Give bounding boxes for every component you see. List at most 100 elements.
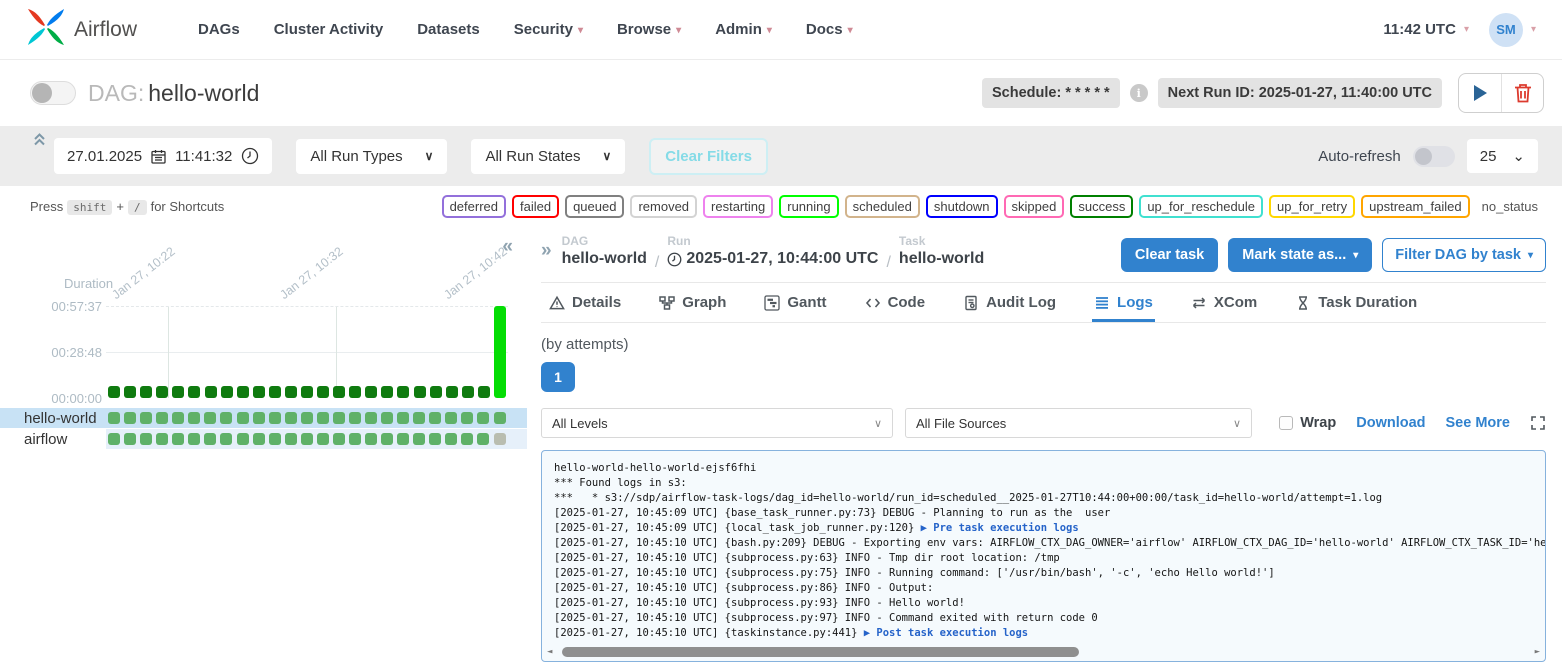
task-instance-square[interactable]	[269, 433, 281, 445]
task-instance-square[interactable]	[156, 433, 168, 445]
clear-task-button[interactable]: Clear task	[1121, 238, 1218, 272]
clear-filters-button[interactable]: Clear Filters	[649, 138, 768, 175]
task-instance-square[interactable]	[269, 412, 281, 424]
task-instance-square[interactable]	[140, 433, 152, 445]
state-badge[interactable]: up_for_retry	[1269, 195, 1355, 218]
dag-run-bar[interactable]	[492, 306, 508, 398]
task-instance-square[interactable]	[317, 433, 329, 445]
task-label[interactable]: hello-world	[0, 410, 106, 427]
state-badge[interactable]: no_status	[1476, 197, 1544, 216]
dag-run-bar[interactable]	[363, 306, 379, 398]
task-instance-square[interactable]	[253, 412, 265, 424]
state-badge[interactable]: skipped	[1004, 195, 1065, 218]
task-instance-square[interactable]	[397, 433, 409, 445]
fullscreen-icon[interactable]	[1530, 415, 1546, 431]
log-group-toggle[interactable]: ▶ Pre task execution logs	[914, 522, 1078, 534]
dag-run-bar[interactable]	[299, 306, 315, 398]
tab-audit-log[interactable]: Audit Log	[961, 283, 1058, 322]
dag-run-bar[interactable]	[428, 306, 444, 398]
task-instance-square[interactable]	[381, 412, 393, 424]
task-instance-square[interactable]	[477, 412, 489, 424]
dag-run-bar[interactable]	[251, 306, 267, 398]
task-instance-square[interactable]	[285, 412, 297, 424]
task-instance-square[interactable]	[172, 433, 184, 445]
task-instance-square[interactable]	[220, 433, 232, 445]
dag-run-bar[interactable]	[154, 306, 170, 398]
task-instance-square[interactable]	[494, 412, 506, 424]
task-instance-square[interactable]	[413, 433, 425, 445]
datetime-picker[interactable]: 27.01.2025 11:41:32	[54, 138, 272, 174]
task-instance-square[interactable]	[461, 412, 473, 424]
scrollbar-thumb[interactable]	[562, 647, 1078, 657]
task-instance-square[interactable]	[301, 412, 313, 424]
task-instance-square[interactable]	[429, 433, 441, 445]
dag-run-bar[interactable]	[219, 306, 235, 398]
state-badge[interactable]: scheduled	[845, 195, 920, 218]
nav-menu-item[interactable]: Docs▾	[806, 21, 853, 38]
nav-menu-item[interactable]: DAGs▾	[198, 21, 240, 38]
dag-run-bar[interactable]	[106, 306, 122, 398]
dag-run-bar[interactable]	[331, 306, 347, 398]
nav-menu-item[interactable]: Datasets▾	[417, 21, 480, 38]
state-badge[interactable]: upstream_failed	[1361, 195, 1470, 218]
task-instance-square[interactable]	[301, 433, 313, 445]
task-label[interactable]: airflow	[0, 431, 106, 448]
task-instance-square[interactable]	[445, 433, 457, 445]
task-instance-square[interactable]	[172, 412, 184, 424]
state-badge[interactable]: restarting	[703, 195, 773, 218]
state-badge[interactable]: deferred	[442, 195, 506, 218]
task-instance-square[interactable]	[108, 433, 120, 445]
task-instance-square[interactable]	[188, 433, 200, 445]
nav-menu-item[interactable]: Admin▾	[715, 21, 772, 38]
dag-run-bar[interactable]	[283, 306, 299, 398]
task-instance-square[interactable]	[204, 412, 216, 424]
task-instance-square[interactable]	[108, 412, 120, 424]
dag-run-bar[interactable]	[138, 306, 154, 398]
dag-run-bar[interactable]	[186, 306, 202, 398]
task-instance-square[interactable]	[494, 433, 506, 445]
delete-dag-button[interactable]	[1501, 74, 1543, 112]
page-size-select[interactable]: 25⌄	[1467, 139, 1538, 173]
run-states-select[interactable]: All Run States∨	[471, 139, 625, 174]
dag-run-bar[interactable]	[315, 306, 331, 398]
info-icon[interactable]: i	[1130, 84, 1148, 102]
task-instance-square[interactable]	[156, 412, 168, 424]
airflow-brand[interactable]: Airflow	[26, 7, 137, 52]
task-instance-square[interactable]	[349, 412, 361, 424]
task-instance-square[interactable]	[220, 412, 232, 424]
task-instance-square[interactable]	[237, 412, 249, 424]
state-badge[interactable]: failed	[512, 195, 559, 218]
task-instance-square[interactable]	[349, 433, 361, 445]
tab-task-duration[interactable]: Task Duration	[1293, 283, 1419, 322]
task-instance-square[interactable]	[365, 412, 377, 424]
nav-menu-item[interactable]: Browse▾	[617, 21, 681, 38]
dag-run-bar[interactable]	[476, 306, 492, 398]
task-instance-square[interactable]	[429, 412, 441, 424]
tab-graph[interactable]: Graph	[657, 283, 728, 322]
dag-run-bar[interactable]	[347, 306, 363, 398]
task-instance-square[interactable]	[285, 433, 297, 445]
task-instance-square[interactable]	[333, 433, 345, 445]
scroll-right-icon[interactable]: ►	[1535, 648, 1540, 657]
state-badge[interactable]: up_for_reschedule	[1139, 195, 1263, 218]
state-badge[interactable]: queued	[565, 195, 624, 218]
tab-xcom[interactable]: XCom	[1189, 283, 1259, 322]
state-badge[interactable]: removed	[630, 195, 697, 218]
horizontal-scrollbar[interactable]: ◄ ►	[547, 645, 1540, 659]
tab-logs[interactable]: Logs	[1092, 283, 1155, 322]
log-group-toggle[interactable]: ▶ Post task execution logs	[857, 627, 1028, 639]
collapse-filters-icon[interactable]	[32, 131, 47, 152]
log-output[interactable]: hello-world-hello-world-ejsf6fhi*** Foun…	[541, 450, 1546, 662]
task-instance-square[interactable]	[124, 412, 136, 424]
breadcrumb-dag-value[interactable]: hello-world	[562, 250, 647, 268]
wrap-checkbox[interactable]: Wrap	[1279, 415, 1336, 431]
nav-menu-item[interactable]: Cluster Activity▾	[274, 21, 383, 38]
dag-run-bar[interactable]	[235, 306, 251, 398]
scroll-left-icon[interactable]: ◄	[547, 648, 552, 657]
dag-run-bar[interactable]	[122, 306, 138, 398]
state-badge[interactable]: running	[779, 195, 838, 218]
file-sources-select[interactable]: All File Sources∨	[905, 408, 1252, 438]
breadcrumb-task-value[interactable]: hello-world	[899, 250, 984, 268]
task-instance-square[interactable]	[333, 412, 345, 424]
task-instance-square[interactable]	[477, 433, 489, 445]
